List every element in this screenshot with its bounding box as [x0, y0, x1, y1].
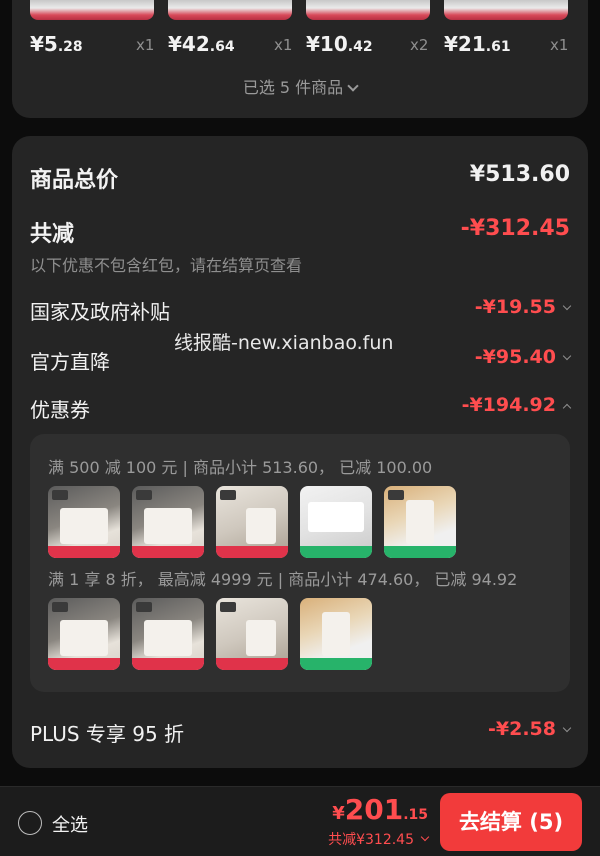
product-price: ¥10.42: [306, 32, 373, 56]
discount-note: 以下优惠不包含红包，请在结算页查看: [30, 256, 303, 275]
watermark-text: 线报酷-new.xianbao.fun: [174, 332, 394, 354]
coupon-row[interactable]: 优惠券 -¥194.92: [30, 394, 572, 423]
total-discount-label: 共减¥312.45: [328, 832, 414, 848]
price-summary-card: 商品总价 ¥513.60 共减 -¥312.45 以下优惠不包含红包，请在结算页…: [12, 136, 588, 768]
product-image[interactable]: [48, 486, 120, 558]
subsidy-value: -¥19.55: [474, 296, 556, 318]
plus-discount-value: -¥2.58: [488, 718, 556, 740]
discount-row: 共减 -¥312.45: [30, 216, 570, 248]
product-image[interactable]: [48, 598, 120, 670]
selected-products-card: ¥5.28 x1 ¥42.64 x1 ¥10.42 x2 ¥21.61 x1 已…: [12, 0, 588, 118]
product-price: ¥42.64: [168, 32, 235, 56]
product-price: ¥5.28: [30, 32, 83, 56]
product-qty: x1: [136, 36, 155, 54]
product-image[interactable]: [216, 598, 288, 670]
product-image[interactable]: [216, 486, 288, 558]
chevron-down-icon: [347, 80, 359, 92]
product-thumbnail[interactable]: [444, 0, 568, 20]
coupon-value: -¥194.92: [461, 394, 556, 416]
chevron-down-icon: [562, 301, 572, 311]
checkout-button[interactable]: 去结算 (5): [440, 793, 582, 851]
chevron-up-icon: [562, 403, 572, 413]
coupon-label: 优惠券: [30, 398, 90, 422]
total-price-row: 商品总价 ¥513.60: [30, 162, 570, 194]
checkout-bar: 全选 ¥201.15 共减¥312.45 去结算 (5): [0, 786, 600, 856]
product-thumbnail[interactable]: [168, 0, 292, 20]
total-price-value: ¥513.60: [469, 162, 570, 187]
select-all-radio[interactable]: [18, 811, 42, 835]
total-amount: ¥201.15: [332, 793, 428, 826]
product-price-row: ¥5.28 x1 ¥42.64 x1 ¥10.42 x2 ¥21.61 x1: [30, 32, 570, 58]
chevron-down-icon: [562, 351, 572, 361]
total-discount-toggle[interactable]: 共减¥312.45: [328, 829, 430, 849]
product-qty: x2: [410, 36, 429, 54]
product-thumbnail[interactable]: [30, 0, 154, 20]
selected-count-label: 已选 5 件商品: [242, 78, 344, 97]
select-all-label[interactable]: 全选: [52, 811, 88, 837]
discount-value: -¥312.45: [460, 216, 570, 241]
total-price-label: 商品总价: [30, 168, 119, 193]
product-image[interactable]: [132, 486, 204, 558]
product-image[interactable]: [384, 486, 456, 558]
subsidy-row[interactable]: 国家及政府补贴 -¥19.55: [30, 296, 572, 325]
product-image[interactable]: [300, 486, 372, 558]
official-discount-label: 官方直降: [30, 350, 110, 374]
discount-label: 共减: [30, 222, 75, 247]
coupon-details: 满 500 减 100 元 | 商品小计 513.60， 已减 100.00 满…: [30, 434, 570, 692]
official-discount-value: -¥95.40: [474, 346, 556, 368]
product-image[interactable]: [300, 598, 372, 670]
coupon-rule-2: 满 1 享 8 折， 最高减 4999 元 | 商品小计 474.60， 已减 …: [48, 570, 518, 589]
plus-discount-row[interactable]: PLUS 专享 95 折 -¥2.58: [30, 718, 572, 747]
coupon-rule-1: 满 500 减 100 元 | 商品小计 513.60， 已减 100.00: [48, 458, 433, 477]
plus-discount-label: PLUS 专享 95 折: [30, 722, 185, 746]
product-qty: x1: [274, 36, 293, 54]
product-image[interactable]: [132, 598, 204, 670]
product-price: ¥21.61: [444, 32, 511, 56]
chevron-down-icon: [562, 723, 572, 733]
selected-count-toggle[interactable]: 已选 5 件商品: [12, 74, 588, 98]
product-thumbnail[interactable]: [306, 0, 430, 20]
chevron-down-icon: [420, 832, 430, 842]
product-qty: x1: [550, 36, 569, 54]
subsidy-label: 国家及政府补贴: [30, 300, 170, 324]
